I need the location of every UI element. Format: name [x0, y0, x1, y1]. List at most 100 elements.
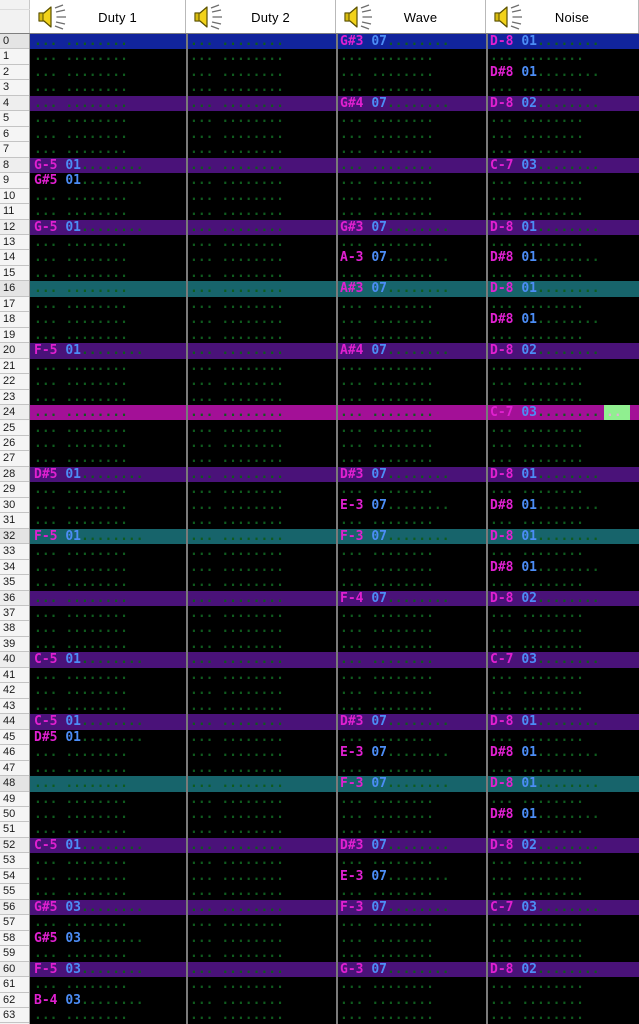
pattern-cell-duty2[interactable]: ... ........ — [186, 421, 336, 436]
pattern-cell-wave[interactable]: G#4 07........ — [336, 96, 486, 111]
note-value[interactable]: D#8 — [490, 65, 513, 80]
channel-header-wave[interactable]: Wave — [336, 0, 486, 34]
pattern-cell-wave[interactable]: ... ........ — [336, 482, 486, 497]
pattern-row[interactable]: ... ........... ........... ........ D#8 … — [30, 312, 639, 328]
pattern-cell-duty2[interactable]: ... ........ — [186, 34, 336, 49]
pattern-cell-duty2[interactable]: ... ........ — [186, 111, 336, 126]
instrument-value[interactable]: 01 — [65, 343, 81, 358]
note-value[interactable]: E-3 — [340, 869, 363, 884]
pattern-row[interactable]: ... ........... ........... ........... … — [30, 126, 639, 143]
pattern-rows[interactable]: ... ........... ........ G#3 07........ D-… — [30, 34, 639, 1024]
pattern-cell-noise[interactable]: ... ........ — [486, 668, 639, 683]
pattern-cell-duty1[interactable]: ... ........ — [30, 853, 186, 868]
pattern-row[interactable]: ... ........... ........... ........... … — [30, 49, 639, 65]
pattern-row[interactable]: ... ........... ........... ........... … — [30, 234, 639, 251]
pattern-cell-duty2[interactable]: ... ........ — [186, 173, 336, 188]
pattern-cell-noise[interactable]: D-8 01........ — [486, 714, 639, 729]
pattern-cell-wave[interactable]: ... ........ — [336, 915, 486, 930]
speaker-icon[interactable] — [336, 0, 382, 34]
instrument-value[interactable]: 03 — [521, 652, 537, 667]
pattern-cell-wave[interactable]: ... ........ — [336, 513, 486, 528]
pattern-cell-noise[interactable]: ... ........ — [486, 390, 639, 405]
pattern-cell-noise[interactable]: ... ........ — [486, 359, 639, 374]
pattern-cell-duty2[interactable]: ... ........ — [186, 482, 336, 497]
pattern-row[interactable]: G-5 01........... ........ G#3 07........… — [30, 219, 639, 235]
instrument-value[interactable]: 01 — [521, 34, 537, 49]
pattern-cell-duty2[interactable]: ... ........ — [186, 281, 336, 296]
pattern-row[interactable]: ... ........... ........ A-3 07........ D#… — [30, 250, 639, 266]
note-value[interactable]: C-7 — [490, 405, 513, 420]
pattern-cell-duty2[interactable]: ... ........ — [186, 884, 336, 899]
pattern-cell-duty2[interactable]: ... ........ — [186, 946, 336, 961]
pattern-cell-wave[interactable]: ... ........ — [336, 235, 486, 250]
pattern-cell-duty1[interactable]: ... ........ — [30, 745, 186, 760]
channel-header-noise[interactable]: Noise — [486, 0, 639, 34]
pattern-cell-noise[interactable]: ... ........ — [486, 946, 639, 961]
pattern-cell-duty2[interactable]: ... ........ — [186, 374, 336, 389]
pattern-cell-duty2[interactable]: ... ........ — [186, 529, 336, 544]
pattern-cell-wave[interactable]: ... ........ — [336, 699, 486, 714]
instrument-value[interactable]: 07 — [371, 529, 387, 544]
pattern-cell-duty2[interactable]: ... ........ — [186, 730, 336, 745]
pattern-cell-duty1[interactable]: ... ........ — [30, 65, 186, 80]
pattern-cell-duty2[interactable]: ... ........ — [186, 838, 336, 853]
note-value[interactable]: D-8 — [490, 220, 513, 235]
pattern-cell-wave[interactable]: A#4 07........ — [336, 343, 486, 358]
pattern-row[interactable]: C-5 01........... ........... ........ C-… — [30, 652, 639, 668]
pattern-cell-duty1[interactable]: ... ........ — [30, 405, 186, 420]
pattern-cell-noise[interactable]: ... ........ — [486, 297, 639, 312]
pattern-cell-noise[interactable]: ... ........ — [486, 374, 639, 389]
pattern-row[interactable]: ... ........... ........... ........... … — [30, 915, 639, 931]
pattern-cell-noise[interactable]: ... ........ — [486, 80, 639, 95]
pattern-row[interactable]: ... ........... ........... ........... … — [30, 698, 639, 715]
pattern-row[interactable]: ... ........... ........... ........... … — [30, 358, 639, 375]
note-value[interactable]: D-8 — [490, 838, 513, 853]
pattern-row[interactable]: ... ........... ........ E-3 07........ D#… — [30, 497, 639, 514]
pattern-cell-duty1[interactable]: C-5 01........ — [30, 714, 186, 729]
instrument-value[interactable]: 01 — [521, 776, 537, 791]
instrument-value[interactable]: 02 — [521, 96, 537, 111]
pattern-cell-noise[interactable]: D#8 01........ — [486, 745, 639, 760]
pattern-cell-duty2[interactable]: ... ........ — [186, 792, 336, 807]
pattern-cell-duty2[interactable]: ... ........ — [186, 390, 336, 405]
pattern-cell-duty1[interactable]: ... ........ — [30, 96, 186, 111]
pattern-cell-noise[interactable]: ... ........ — [486, 869, 639, 884]
pattern-cell-duty1[interactable]: ... ........ — [30, 1008, 186, 1023]
pattern-cell-duty2[interactable]: ... ........ — [186, 544, 336, 559]
instrument-value[interactable]: 02 — [521, 838, 537, 853]
pattern-row[interactable]: C-5 01........... ........ D#3 07........… — [30, 714, 639, 730]
pattern-cell-duty2[interactable]: ... ........ — [186, 900, 336, 915]
note-value[interactable]: F-3 — [340, 529, 363, 544]
note-value[interactable]: D-8 — [490, 529, 513, 544]
pattern-cell-noise[interactable]: C-7 03........ — [486, 158, 639, 173]
instrument-value[interactable]: 01 — [521, 498, 537, 513]
pattern-row[interactable]: ... ........... ........ E-3 07..........… — [30, 868, 639, 885]
pattern-cell-duty2[interactable]: ... ........ — [186, 436, 336, 451]
note-value[interactable]: G-3 — [340, 962, 363, 977]
pattern-cell-noise[interactable]: ... ........ — [486, 761, 639, 776]
pattern-cell-duty2[interactable]: ... ........ — [186, 606, 336, 621]
instrument-value[interactable]: 01 — [65, 220, 81, 235]
pattern-cell-wave[interactable]: ... ........ — [336, 853, 486, 868]
note-value[interactable]: A#3 — [340, 281, 363, 296]
pattern-cell-noise[interactable]: D#8 01........ — [486, 312, 639, 327]
instrument-value[interactable]: 03 — [521, 900, 537, 915]
pattern-row[interactable]: ... ........... ........... ........... … — [30, 451, 639, 467]
note-value[interactable]: D#5 — [34, 467, 57, 482]
pattern-row[interactable]: ... ........... ........... ........... … — [30, 977, 639, 993]
pattern-cell-duty2[interactable]: ... ........ — [186, 158, 336, 173]
pattern-row[interactable]: ... ........... ........... ........... … — [30, 667, 639, 684]
pattern-cell-duty1[interactable]: ... ........ — [30, 421, 186, 436]
instrument-value[interactable]: 07 — [371, 281, 387, 296]
instrument-value[interactable]: 07 — [371, 745, 387, 760]
pattern-cell-wave[interactable]: ... ........ — [336, 637, 486, 652]
instrument-value[interactable]: 07 — [371, 498, 387, 513]
pattern-cell-duty2[interactable]: ... ........ — [186, 637, 336, 652]
channel-header-duty1[interactable]: Duty 1 — [30, 0, 186, 34]
note-value[interactable]: C-5 — [34, 714, 57, 729]
pattern-cell-duty2[interactable]: ... ........ — [186, 405, 336, 420]
instrument-value[interactable]: 01 — [521, 745, 537, 760]
pattern-row[interactable]: ... ........... ........ G#4 07........ D-… — [30, 95, 639, 112]
note-value[interactable]: C-7 — [490, 652, 513, 667]
pattern-cell-wave[interactable]: G-3 07........ — [336, 962, 486, 977]
